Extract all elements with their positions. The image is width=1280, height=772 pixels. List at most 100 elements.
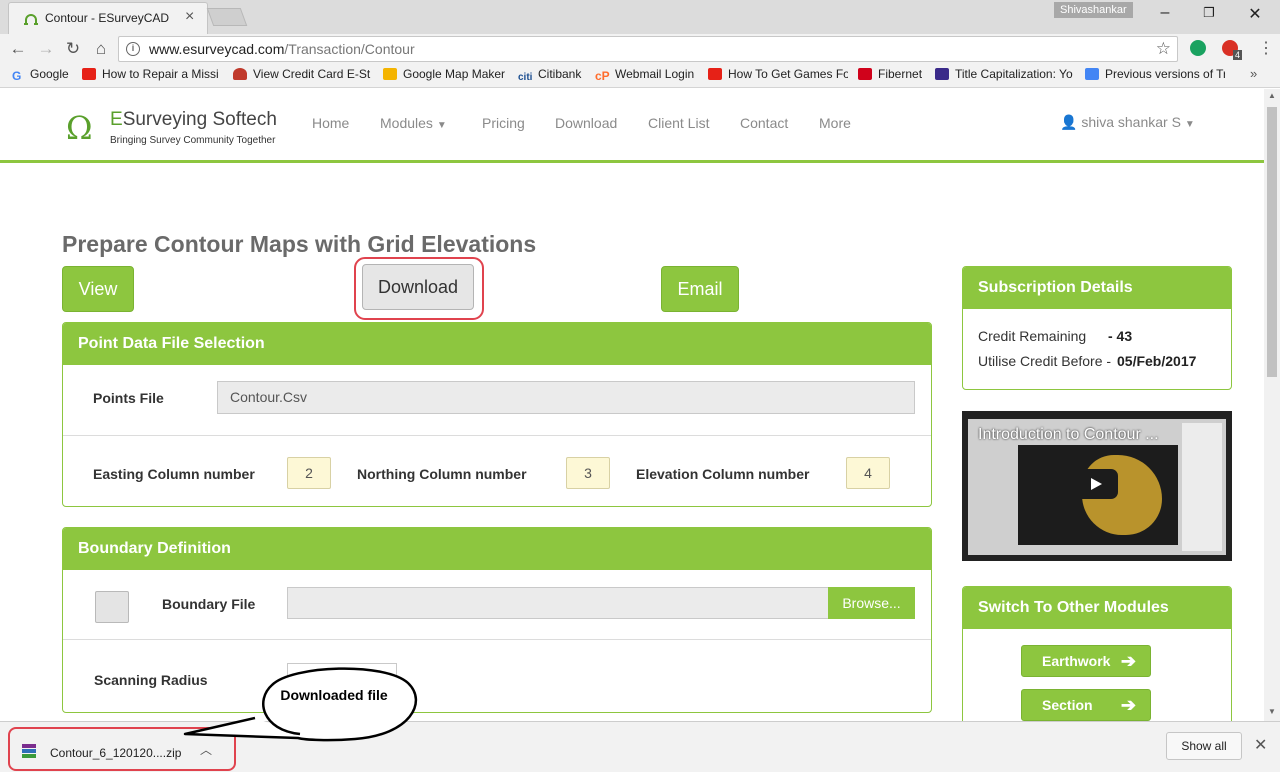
callout-text: Downloaded file (280, 687, 388, 703)
boundary-header: Boundary Definition (63, 528, 931, 570)
bookmark-google-map-maker[interactable]: Google Map Maker (383, 67, 507, 81)
close-window-icon[interactable]: ✕ (1245, 4, 1265, 24)
logo-tagline: Bringing Survey Community Together (110, 135, 276, 146)
close-downloads-icon[interactable]: ✕ (1254, 735, 1267, 755)
section-module-button[interactable]: Section ➔ (1021, 689, 1151, 721)
utilise-credit-value: 05/Feb/2017 (1117, 353, 1197, 369)
scroll-down-icon[interactable]: ▼ (1268, 707, 1276, 716)
chevron-down-icon: ▼ (436, 120, 447, 131)
credit-remaining-label: Credit Remaining (978, 328, 1087, 344)
zip-archive-icon (22, 744, 36, 758)
email-button[interactable]: Email (661, 266, 739, 312)
play-triangle (1091, 478, 1102, 490)
profile-badge[interactable]: Shivashankar (1054, 2, 1133, 18)
nav-pricing[interactable]: Pricing (482, 115, 525, 131)
bookmark-google[interactable]: G Google (12, 67, 74, 81)
arrow-right-icon: ➔ (1120, 695, 1136, 715)
citi-icon: citi (518, 72, 533, 83)
view-button[interactable]: View (62, 266, 134, 312)
points-file-input[interactable]: Contour.Csv (217, 381, 915, 414)
browser-titlebar: Contour - ESurveyCAD × Shivashankar – ❐ … (0, 0, 1280, 34)
row-divider (63, 435, 931, 436)
google-docs-icon (1085, 68, 1099, 80)
site-info-icon[interactable]: i (126, 42, 140, 56)
scroll-up-icon[interactable]: ▲ (1268, 91, 1276, 100)
bookmark-star-icon[interactable]: ☆ (1156, 39, 1171, 59)
restore-icon[interactable]: ❐ (1199, 5, 1219, 21)
extension-green-icon[interactable] (1190, 40, 1206, 56)
url-text[interactable]: www.esurveycad.com/Transaction/Contour (149, 41, 415, 57)
intro-video-thumbnail[interactable]: Introduction to Contour ... (962, 411, 1232, 561)
scrollbar-thumb[interactable] (1267, 107, 1277, 377)
fire-icon (233, 68, 247, 80)
google-icon: G (12, 69, 22, 81)
bookmark-webmail[interactable]: cP Webmail Login (595, 67, 700, 81)
point-data-panel: Point Data File Selection Points File Co… (62, 322, 932, 507)
logo-name: ESurveying Softech (110, 109, 277, 130)
northing-column-input[interactable]: 3 (566, 457, 610, 489)
nav-client-list[interactable]: Client List (648, 115, 709, 131)
bookmarks-overflow-icon[interactable]: » (1250, 66, 1257, 81)
bookmark-citibank[interactable]: citi Citibank (518, 67, 588, 84)
youtube-icon (708, 68, 722, 80)
address-bar[interactable]: i www.esurveycad.com/Transaction/Contour… (118, 36, 1178, 62)
bookmark-title-capitalization[interactable]: Title Capitalization: Yo (935, 67, 1075, 81)
boundary-panel: Boundary Definition Boundary File Browse… (62, 527, 932, 713)
browser-menu-icon[interactable]: ⋮ (1258, 38, 1274, 58)
forward-icon[interactable]: → (36, 39, 56, 59)
subscription-panel: Subscription Details Credit Remaining - … (962, 266, 1232, 390)
bookmark-credit-card[interactable]: View Credit Card E-St (233, 67, 373, 81)
bookmark-repair[interactable]: How to Repair a Missi (82, 67, 222, 81)
boundary-file-input[interactable] (287, 587, 829, 619)
extension-badge: 4 (1233, 50, 1243, 60)
earthwork-module-button[interactable]: Earthwork ➔ (1021, 645, 1151, 677)
cpanel-icon: cP (595, 69, 610, 81)
bookmark-fibernet[interactable]: Fibernet (858, 67, 926, 81)
video-side-panel (1182, 423, 1222, 551)
downloaded-file-item[interactable]: Contour_6_120120....zip ︿ (8, 727, 236, 771)
nav-contact[interactable]: Contact (740, 115, 788, 131)
browser-tab[interactable]: Contour - ESurveyCAD × (8, 2, 208, 34)
minimize-icon[interactable]: – (1155, 4, 1175, 22)
tab-title: Contour - ESurveyCAD (45, 11, 170, 25)
bookmark-games[interactable]: How To Get Games Fo (708, 67, 848, 81)
home-icon[interactable]: ⌂ (91, 39, 111, 59)
tab-close-icon[interactable]: × (185, 8, 194, 26)
boundary-file-label: Boundary File (162, 596, 256, 612)
downloads-bar: Contour_6_120120....zip ︿ Show all ✕ (0, 721, 1280, 772)
nav-modules[interactable]: Modules ▼ (380, 115, 447, 131)
chevron-down-icon: ▼ (1184, 119, 1195, 130)
browse-button[interactable]: Browse... (828, 587, 915, 619)
easting-column-input[interactable]: 2 (287, 457, 331, 489)
bookmark-previous-versions[interactable]: Previous versions of Tr (1085, 67, 1225, 81)
elevation-label: Elevation Column number (636, 466, 810, 482)
esurvey-favicon-icon (24, 14, 38, 25)
page-title: Prepare Contour Maps with Grid Elevation… (62, 231, 537, 257)
map-maker-icon (383, 68, 397, 80)
bookmark-icon (935, 68, 949, 80)
chevron-up-icon[interactable]: ︿ (200, 741, 212, 758)
act-icon (858, 68, 872, 80)
back-icon[interactable]: ← (8, 39, 28, 59)
download-highlight-annotation (354, 257, 484, 320)
utilise-credit-label: Utilise Credit Before - (978, 353, 1112, 369)
new-tab-button[interactable] (206, 8, 248, 26)
reload-icon[interactable]: ↻ (63, 39, 83, 59)
site-header: Ω ESurveying Softech Bringing Survey Com… (0, 89, 1264, 163)
bookmarks-bar: G Google How to Repair a Missi View Credi… (0, 64, 1280, 88)
nav-download[interactable]: Download (555, 115, 617, 131)
browser-toolbar: ← → ↻ ⌂ i www.esurveycad.com/Transaction… (0, 34, 1280, 64)
omega-logo-icon: Ω (66, 109, 93, 147)
boundary-checkbox[interactable] (95, 591, 129, 623)
points-file-label: Points File (93, 390, 164, 406)
nav-more[interactable]: More (819, 115, 851, 131)
subscription-header: Subscription Details (963, 267, 1231, 309)
page-scrollbar[interactable]: ▲ ▼ (1264, 89, 1280, 721)
credit-remaining-value: - 43 (1108, 328, 1133, 344)
elevation-column-input[interactable]: 4 (846, 457, 890, 489)
switch-modules-panel: Switch To Other Modules Earthwork ➔ Secti… (962, 586, 1232, 721)
nav-home[interactable]: Home (312, 115, 349, 131)
user-menu[interactable]: 👤 shiva shankar S ▼ (1060, 114, 1195, 131)
show-all-button[interactable]: Show all (1166, 732, 1242, 760)
play-icon[interactable] (1074, 469, 1118, 499)
